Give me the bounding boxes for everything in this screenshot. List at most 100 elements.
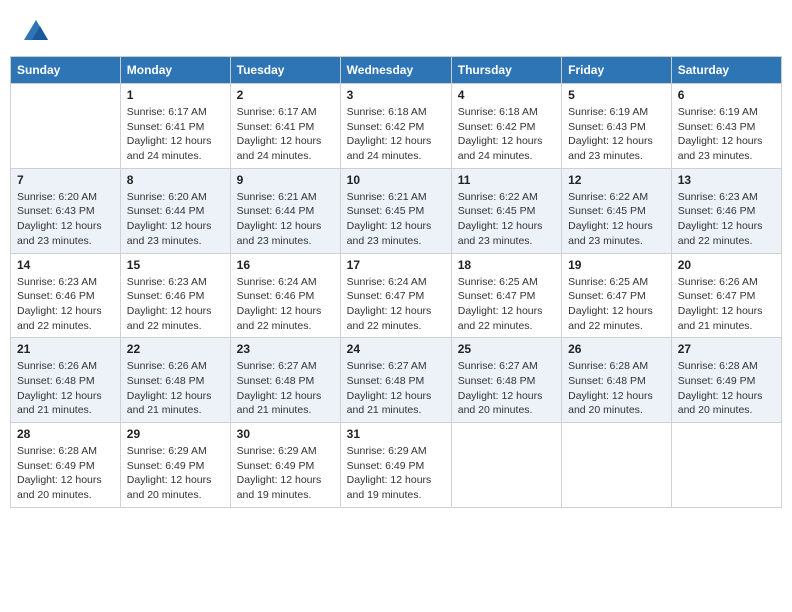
day-info: Sunrise: 6:26 AM Sunset: 6:48 PM Dayligh… bbox=[127, 359, 224, 418]
day-info: Sunrise: 6:19 AM Sunset: 6:43 PM Dayligh… bbox=[678, 105, 775, 164]
calendar-cell: 18 Sunrise: 6:25 AM Sunset: 6:47 PM Dayli… bbox=[451, 253, 561, 338]
day-number: 23 bbox=[237, 342, 334, 356]
day-info: Sunrise: 6:29 AM Sunset: 6:49 PM Dayligh… bbox=[237, 444, 334, 503]
day-info: Sunrise: 6:20 AM Sunset: 6:44 PM Dayligh… bbox=[127, 190, 224, 249]
day-info: Sunrise: 6:25 AM Sunset: 6:47 PM Dayligh… bbox=[568, 275, 665, 334]
day-info: Sunrise: 6:22 AM Sunset: 6:45 PM Dayligh… bbox=[458, 190, 555, 249]
day-info: Sunrise: 6:28 AM Sunset: 6:49 PM Dayligh… bbox=[17, 444, 114, 503]
header-monday: Monday bbox=[120, 57, 230, 84]
day-number: 15 bbox=[127, 258, 224, 272]
calendar-table: SundayMondayTuesdayWednesdayThursdayFrid… bbox=[10, 56, 782, 508]
calendar-week-5: 28 Sunrise: 6:28 AM Sunset: 6:49 PM Dayli… bbox=[11, 423, 782, 508]
calendar-cell: 22 Sunrise: 6:26 AM Sunset: 6:48 PM Dayli… bbox=[120, 338, 230, 423]
day-number: 5 bbox=[568, 88, 665, 102]
day-number: 10 bbox=[347, 173, 445, 187]
day-number: 16 bbox=[237, 258, 334, 272]
calendar-cell bbox=[671, 423, 781, 508]
day-info: Sunrise: 6:26 AM Sunset: 6:48 PM Dayligh… bbox=[17, 359, 114, 418]
day-info: Sunrise: 6:20 AM Sunset: 6:43 PM Dayligh… bbox=[17, 190, 114, 249]
day-number: 2 bbox=[237, 88, 334, 102]
calendar-cell: 30Sunrise: 6:29 AM Sunset: 6:49 PM Dayli… bbox=[230, 423, 340, 508]
day-number: 13 bbox=[678, 173, 775, 187]
day-info: Sunrise: 6:29 AM Sunset: 6:49 PM Dayligh… bbox=[127, 444, 224, 503]
header-sunday: Sunday bbox=[11, 57, 121, 84]
day-number: 12 bbox=[568, 173, 665, 187]
calendar-week-2: 7 Sunrise: 6:20 AM Sunset: 6:43 PM Daylig… bbox=[11, 168, 782, 253]
day-number: 9 bbox=[237, 173, 334, 187]
calendar-cell bbox=[11, 84, 121, 169]
calendar-cell: 15Sunrise: 6:23 AM Sunset: 6:46 PM Dayli… bbox=[120, 253, 230, 338]
day-number: 14 bbox=[17, 258, 114, 272]
day-number: 3 bbox=[347, 88, 445, 102]
calendar-cell: 7 Sunrise: 6:20 AM Sunset: 6:43 PM Daylig… bbox=[11, 168, 121, 253]
calendar-cell: 16 Sunrise: 6:24 AM Sunset: 6:46 PM Dayli… bbox=[230, 253, 340, 338]
day-info: Sunrise: 6:17 AM Sunset: 6:41 PM Dayligh… bbox=[127, 105, 224, 164]
calendar-cell: 12 Sunrise: 6:22 AM Sunset: 6:45 PM Dayli… bbox=[562, 168, 672, 253]
day-info: Sunrise: 6:21 AM Sunset: 6:45 PM Dayligh… bbox=[347, 190, 445, 249]
calendar-header-row: SundayMondayTuesdayWednesdayThursdayFrid… bbox=[11, 57, 782, 84]
day-info: Sunrise: 6:23 AM Sunset: 6:46 PM Dayligh… bbox=[17, 275, 114, 334]
header-wednesday: Wednesday bbox=[340, 57, 451, 84]
day-number: 18 bbox=[458, 258, 555, 272]
day-info: Sunrise: 6:27 AM Sunset: 6:48 PM Dayligh… bbox=[458, 359, 555, 418]
logo-icon bbox=[22, 18, 50, 46]
calendar-cell: 20Sunrise: 6:26 AM Sunset: 6:47 PM Dayli… bbox=[671, 253, 781, 338]
day-number: 19 bbox=[568, 258, 665, 272]
day-info: Sunrise: 6:23 AM Sunset: 6:46 PM Dayligh… bbox=[678, 190, 775, 249]
day-number: 27 bbox=[678, 342, 775, 356]
day-number: 6 bbox=[678, 88, 775, 102]
day-info: Sunrise: 6:22 AM Sunset: 6:45 PM Dayligh… bbox=[568, 190, 665, 249]
calendar-cell: 9Sunrise: 6:21 AM Sunset: 6:44 PM Daylig… bbox=[230, 168, 340, 253]
calendar-cell: 28 Sunrise: 6:28 AM Sunset: 6:49 PM Dayli… bbox=[11, 423, 121, 508]
day-number: 4 bbox=[458, 88, 555, 102]
calendar-cell: 24 Sunrise: 6:27 AM Sunset: 6:48 PM Dayli… bbox=[340, 338, 451, 423]
day-number: 8 bbox=[127, 173, 224, 187]
calendar-cell bbox=[562, 423, 672, 508]
day-number: 7 bbox=[17, 173, 114, 187]
calendar-cell: 4 Sunrise: 6:18 AM Sunset: 6:42 PM Daylig… bbox=[451, 84, 561, 169]
day-number: 22 bbox=[127, 342, 224, 356]
day-number: 24 bbox=[347, 342, 445, 356]
day-number: 25 bbox=[458, 342, 555, 356]
day-number: 1 bbox=[127, 88, 224, 102]
day-info: Sunrise: 6:25 AM Sunset: 6:47 PM Dayligh… bbox=[458, 275, 555, 334]
day-number: 31 bbox=[347, 427, 445, 441]
day-info: Sunrise: 6:19 AM Sunset: 6:43 PM Dayligh… bbox=[568, 105, 665, 164]
calendar-cell: 27Sunrise: 6:28 AM Sunset: 6:49 PM Dayli… bbox=[671, 338, 781, 423]
calendar-cell: 29 Sunrise: 6:29 AM Sunset: 6:49 PM Dayli… bbox=[120, 423, 230, 508]
day-number: 29 bbox=[127, 427, 224, 441]
day-info: Sunrise: 6:28 AM Sunset: 6:48 PM Dayligh… bbox=[568, 359, 665, 418]
header-tuesday: Tuesday bbox=[230, 57, 340, 84]
calendar-cell: 13 Sunrise: 6:23 AM Sunset: 6:46 PM Dayli… bbox=[671, 168, 781, 253]
day-info: Sunrise: 6:29 AM Sunset: 6:49 PM Dayligh… bbox=[347, 444, 445, 503]
day-info: Sunrise: 6:27 AM Sunset: 6:48 PM Dayligh… bbox=[237, 359, 334, 418]
calendar-cell bbox=[451, 423, 561, 508]
page-header bbox=[10, 10, 782, 50]
calendar-cell: 3 Sunrise: 6:18 AM Sunset: 6:42 PM Daylig… bbox=[340, 84, 451, 169]
calendar-week-1: 1 Sunrise: 6:17 AM Sunset: 6:41 PM Daylig… bbox=[11, 84, 782, 169]
day-info: Sunrise: 6:18 AM Sunset: 6:42 PM Dayligh… bbox=[347, 105, 445, 164]
calendar-week-4: 21 Sunrise: 6:26 AM Sunset: 6:48 PM Dayli… bbox=[11, 338, 782, 423]
calendar-cell: 26 Sunrise: 6:28 AM Sunset: 6:48 PM Dayli… bbox=[562, 338, 672, 423]
day-info: Sunrise: 6:17 AM Sunset: 6:41 PM Dayligh… bbox=[237, 105, 334, 164]
day-info: Sunrise: 6:18 AM Sunset: 6:42 PM Dayligh… bbox=[458, 105, 555, 164]
day-number: 21 bbox=[17, 342, 114, 356]
day-info: Sunrise: 6:24 AM Sunset: 6:47 PM Dayligh… bbox=[347, 275, 445, 334]
calendar-cell: 11Sunrise: 6:22 AM Sunset: 6:45 PM Dayli… bbox=[451, 168, 561, 253]
calendar-cell: 10 Sunrise: 6:21 AM Sunset: 6:45 PM Dayli… bbox=[340, 168, 451, 253]
day-info: Sunrise: 6:27 AM Sunset: 6:48 PM Dayligh… bbox=[347, 359, 445, 418]
calendar-cell: 8 Sunrise: 6:20 AM Sunset: 6:44 PM Daylig… bbox=[120, 168, 230, 253]
day-number: 26 bbox=[568, 342, 665, 356]
logo bbox=[22, 18, 52, 46]
header-saturday: Saturday bbox=[671, 57, 781, 84]
day-number: 17 bbox=[347, 258, 445, 272]
calendar-cell: 25 Sunrise: 6:27 AM Sunset: 6:48 PM Dayli… bbox=[451, 338, 561, 423]
calendar-cell: 19 Sunrise: 6:25 AM Sunset: 6:47 PM Dayli… bbox=[562, 253, 672, 338]
calendar-week-3: 14 Sunrise: 6:23 AM Sunset: 6:46 PM Dayli… bbox=[11, 253, 782, 338]
header-thursday: Thursday bbox=[451, 57, 561, 84]
header-friday: Friday bbox=[562, 57, 672, 84]
day-info: Sunrise: 6:24 AM Sunset: 6:46 PM Dayligh… bbox=[237, 275, 334, 334]
day-number: 20 bbox=[678, 258, 775, 272]
day-number: 28 bbox=[17, 427, 114, 441]
calendar-cell: 2 Sunrise: 6:17 AM Sunset: 6:41 PM Daylig… bbox=[230, 84, 340, 169]
